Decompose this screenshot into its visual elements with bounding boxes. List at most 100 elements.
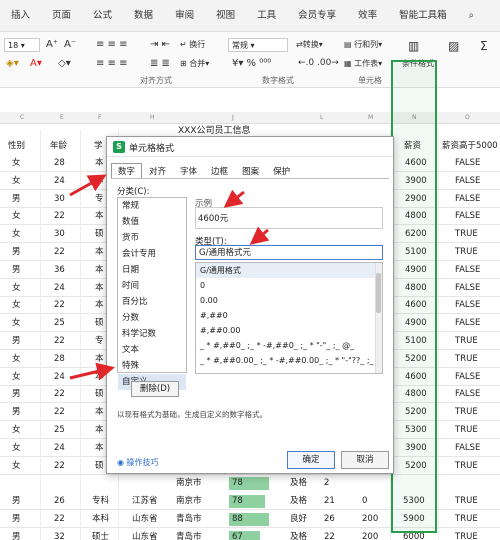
cell-high[interactable]: TRUE [455, 529, 478, 540]
tab-3[interactable]: 边框 [204, 163, 235, 179]
cell-edu[interactable]: 本 [95, 351, 104, 368]
header-age[interactable]: 年龄 [50, 138, 67, 155]
tab-2[interactable]: 字体 [173, 163, 204, 179]
header-gender[interactable]: 性别 [8, 138, 25, 155]
cell-score[interactable]: 67 [232, 529, 243, 540]
cell-gender[interactable]: 女 [12, 369, 21, 386]
cell-edu[interactable]: 本 [95, 155, 104, 172]
tab-1[interactable]: 对齐 [142, 163, 173, 179]
ok-button[interactable]: 确定 [287, 451, 335, 469]
cell-gender[interactable]: 女 [12, 351, 21, 368]
type-list-item[interactable]: #,##0 [196, 308, 382, 323]
cond-format-icon[interactable]: ▥ [408, 39, 419, 53]
type-list-item[interactable]: _ * #,##0_ ;_ * -#,##0_ ;_ * "-"_ ;_ @_ [196, 338, 382, 353]
cell-age[interactable]: 22 [54, 208, 65, 225]
cell-gender[interactable]: 男 [12, 404, 21, 421]
cell-high[interactable]: FALSE [455, 155, 480, 172]
cell-gender[interactable]: 男 [12, 386, 21, 403]
tips-link[interactable]: ◉ 操作技巧 [117, 457, 159, 468]
cell-age[interactable]: 36 [54, 262, 65, 279]
menu-item-5[interactable]: 视图 [205, 0, 246, 32]
category-item[interactable]: 科学记数 [118, 326, 186, 342]
cell-edu[interactable]: 硕 [95, 226, 104, 243]
cell-edu[interactable]: 本 [95, 280, 104, 297]
cell-edu[interactable]: 本 [95, 369, 104, 386]
cell-age[interactable]: 24 [54, 173, 65, 190]
category-item[interactable]: 百分比 [118, 294, 186, 310]
cell-partial[interactable]: 2 [324, 475, 329, 492]
cell-gender[interactable]: 男 [12, 191, 21, 208]
cell-gender[interactable]: 男 [12, 262, 21, 279]
merge-button[interactable]: ⊞ 合并▾ [180, 58, 209, 69]
cell-edu[interactable]: 本 [95, 440, 104, 457]
sum-icon[interactable]: Σ [480, 39, 488, 53]
category-list[interactable]: 常规数值货币会计专用日期时间百分比分数科学记数文本特殊自定义 [117, 197, 187, 390]
wrap-button[interactable]: ↵ 换行 [180, 39, 205, 50]
type-list-item[interactable]: _ * #,##0.00_ ;_ * -#,##0.00_ ;_ * "-"??… [196, 353, 382, 368]
cell-edu[interactable]: 专 [95, 333, 104, 350]
cell-age[interactable]: 24 [54, 440, 65, 457]
cell-high[interactable]: TRUE [455, 244, 478, 261]
cell-edu[interactable]: 本 [95, 173, 104, 190]
cell-high[interactable]: FALSE [455, 315, 480, 332]
search-icon[interactable]: ⌕ [458, 0, 485, 32]
type-list-scrollbar[interactable] [375, 263, 382, 373]
worksheet-button[interactable]: ▦ 工作表▾ [344, 58, 382, 69]
cell-gender[interactable]: 女 [12, 280, 21, 297]
cell-city[interactable]: 青岛市 [176, 511, 202, 528]
align-top-icon[interactable]: ≡ ≡ ≡ [96, 39, 128, 50]
delete-button[interactable]: 删除(D) [131, 381, 179, 397]
cell-high[interactable]: TRUE [455, 422, 478, 439]
cell-edu[interactable]: 本 [95, 208, 104, 225]
cell-age[interactable]: 25 [54, 422, 65, 439]
cell-gender[interactable]: 女 [12, 155, 21, 172]
cell-age[interactable]: 22 [54, 511, 65, 528]
cell-edu[interactable]: 本 [95, 404, 104, 421]
tab-5[interactable]: 保护 [266, 163, 297, 179]
fill-color-icon[interactable]: ◈▾ [6, 58, 19, 69]
font-size-select[interactable]: 18 ▾ [4, 38, 40, 52]
menu-item-8[interactable]: 效率 [347, 0, 388, 32]
currency-icon[interactable]: ¥▾ % ⁰⁰⁰ [232, 58, 271, 69]
cell-gender[interactable]: 女 [12, 422, 21, 439]
cell-age[interactable]: 22 [54, 386, 65, 403]
cell-edu[interactable]: 硕 [95, 315, 104, 332]
category-item[interactable]: 常规 [118, 198, 186, 214]
cell-edu[interactable]: 硕 [95, 386, 104, 403]
cell-high[interactable]: FALSE [455, 173, 480, 190]
category-item[interactable]: 特殊 [118, 358, 186, 374]
cell-score[interactable]: 88 [232, 511, 243, 528]
cell-high[interactable]: TRUE [455, 333, 478, 350]
menu-item-1[interactable]: 页面 [41, 0, 82, 32]
clear-format-icon[interactable]: ◇▾ [58, 58, 71, 69]
cell-grade[interactable]: 及格 [290, 529, 307, 540]
cell-prov[interactable]: 山东省 [132, 511, 158, 528]
category-item[interactable]: 货币 [118, 230, 186, 246]
header-salary-high[interactable]: 薪资高于5000 [442, 138, 498, 155]
cancel-button[interactable]: 取消 [341, 451, 389, 469]
category-item[interactable]: 日期 [118, 262, 186, 278]
cell-edu[interactable]: 硕士 [92, 529, 109, 540]
cell-age[interactable]: 30 [54, 191, 65, 208]
cell-partial[interactable]: 南京市 [176, 475, 202, 492]
justify-icon[interactable]: ≣ ≣ [150, 58, 170, 69]
type-list-item[interactable]: 0 [196, 278, 382, 293]
cell-gender[interactable]: 女 [12, 226, 21, 243]
cell-age[interactable]: 22 [54, 333, 65, 350]
cell-gender[interactable]: 女 [12, 297, 21, 314]
row-col-button[interactable]: ▤ 行和列▾ [344, 39, 382, 50]
indent-icon[interactable]: ⇥ ⇤ [150, 39, 170, 50]
menu-item-6[interactable]: 工具 [246, 0, 287, 32]
type-input[interactable]: G/通用格式元 [195, 245, 383, 260]
type-list[interactable]: G/通用格式 0 0.00 #,##0 #,##0.00 _ * #,##0_ ;_ * … [195, 262, 383, 374]
cell-high[interactable]: FALSE [455, 280, 480, 297]
cell-style-icon[interactable]: ▨ [448, 39, 459, 53]
cell-gender[interactable]: 男 [12, 493, 21, 510]
cell-high[interactable]: TRUE [455, 458, 478, 475]
cell-prov[interactable]: 山东省 [132, 529, 158, 540]
tab-4[interactable]: 图案 [235, 163, 266, 179]
cell-high[interactable]: FALSE [455, 191, 480, 208]
category-item[interactable]: 会计专用 [118, 246, 186, 262]
type-list-item[interactable]: #,##0.00 [196, 323, 382, 338]
cell-n1[interactable]: 22 [324, 529, 335, 540]
